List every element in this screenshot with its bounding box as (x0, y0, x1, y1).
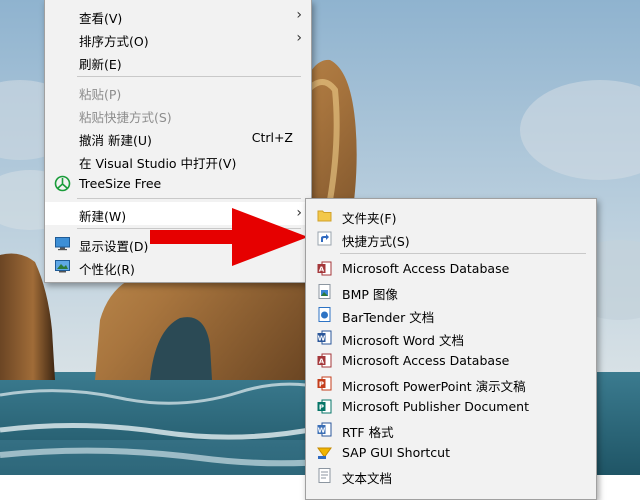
treesize-icon (54, 175, 71, 192)
submenu-item-label: Microsoft Word 文档 (342, 333, 464, 348)
text-document-icon (316, 467, 333, 484)
submenu-item-label: 文本文档 (342, 471, 393, 486)
submenu-item-label: Microsoft Access Database (342, 353, 510, 368)
submenu-item-word-document[interactable]: W Microsoft Word 文档 (306, 326, 596, 349)
menu-item-label: 个性化(R) (79, 262, 135, 277)
submenu-item-bmp-image[interactable]: BMP 图像 (306, 280, 596, 303)
menu-item-label: 撤消 新建(U) (79, 133, 152, 148)
display-settings-icon (54, 235, 71, 252)
access-icon: A (316, 260, 333, 277)
powerpoint-icon: P (316, 375, 333, 392)
menu-item-sort-by[interactable]: 排序方式(O) › (45, 27, 311, 50)
submenu-item-publisher-document[interactable]: P Microsoft Publisher Document (306, 395, 596, 418)
menu-separator (340, 253, 586, 254)
bartender-icon (316, 306, 333, 323)
chevron-right-icon: › (296, 30, 302, 46)
submenu-item-label: SAP GUI Shortcut (342, 445, 450, 460)
submenu-item-access-database-2[interactable]: A Microsoft Access Database (306, 349, 596, 372)
submenu-item-label: BMP 图像 (342, 287, 398, 302)
menu-item-paste-shortcut[interactable]: 粘贴快捷方式(S) (45, 103, 311, 126)
svg-text:P: P (319, 404, 324, 412)
submenu-item-label: Microsoft Access Database (342, 261, 510, 276)
svg-text:W: W (318, 335, 326, 343)
submenu-item-rtf-format[interactable]: W RTF 格式 (306, 418, 596, 441)
submenu-item-bartender-document[interactable]: BarTender 文档 (306, 303, 596, 326)
bmp-icon (316, 283, 333, 300)
menu-item-open-in-visual-studio[interactable]: 在 Visual Studio 中打开(V) (45, 149, 311, 172)
menu-item-label: 显示设置(D) (79, 239, 149, 254)
word-icon: W (316, 329, 333, 346)
shortcut-icon (316, 230, 333, 247)
submenu-item-label: 快捷方式(S) (342, 234, 410, 249)
svg-text:A: A (319, 266, 325, 274)
menu-separator (77, 198, 301, 199)
menu-item-label: 刷新(E) (79, 57, 122, 72)
menu-item-label: 新建(W) (79, 209, 127, 224)
publisher-icon: P (316, 398, 333, 415)
submenu-item-powerpoint-presentation[interactable]: P Microsoft PowerPoint 演示文稿 (306, 372, 596, 395)
menu-item-shortcut: Ctrl+Z (251, 130, 293, 145)
svg-text:W: W (318, 427, 326, 435)
menu-item-treesize-free[interactable]: TreeSize Free (45, 172, 311, 195)
svg-text:A: A (319, 358, 325, 366)
menu-item-undo-new[interactable]: 撤消 新建(U) Ctrl+Z (45, 126, 311, 149)
menu-item-label: 排序方式(O) (79, 34, 149, 49)
menu-item-refresh[interactable]: 刷新(E) (45, 50, 311, 73)
svg-text:P: P (319, 381, 324, 389)
submenu-item-shortcut[interactable]: 快捷方式(S) (306, 227, 596, 250)
menu-item-label: 查看(V) (79, 11, 123, 26)
submenu-item-label: BarTender 文档 (342, 310, 435, 325)
submenu-item-access-database[interactable]: A Microsoft Access Database (306, 257, 596, 280)
menu-item-label: 粘贴快捷方式(S) (79, 110, 172, 125)
submenu-item-folder[interactable]: 文件夹(F) (306, 204, 596, 227)
menu-item-label: 在 Visual Studio 中打开(V) (79, 156, 237, 171)
menu-item-label: 粘贴(P) (79, 87, 122, 102)
submenu-item-sap-gui-shortcut[interactable]: SAP GUI Shortcut (306, 441, 596, 464)
personalize-icon (54, 258, 71, 275)
new-submenu: 文件夹(F) 快捷方式(S) A Microsoft Access Databa… (305, 198, 597, 500)
rtf-icon: W (316, 421, 333, 438)
folder-icon (316, 207, 333, 224)
menu-item-paste[interactable]: 粘贴(P) (45, 80, 311, 103)
access-icon: A (316, 352, 333, 369)
submenu-item-text-document[interactable]: 文本文档 (306, 464, 596, 487)
chevron-right-icon: › (296, 7, 302, 23)
submenu-item-label: RTF 格式 (342, 425, 394, 440)
submenu-item-label: Microsoft Publisher Document (342, 399, 529, 414)
menu-item-view[interactable]: 查看(V) › (45, 4, 311, 27)
sap-icon (316, 444, 333, 461)
submenu-item-label: 文件夹(F) (342, 211, 397, 226)
red-arrow-annotation (150, 208, 308, 266)
submenu-item-label: Microsoft PowerPoint 演示文稿 (342, 379, 526, 394)
menu-separator (77, 76, 301, 77)
menu-item-label: TreeSize Free (79, 176, 162, 191)
